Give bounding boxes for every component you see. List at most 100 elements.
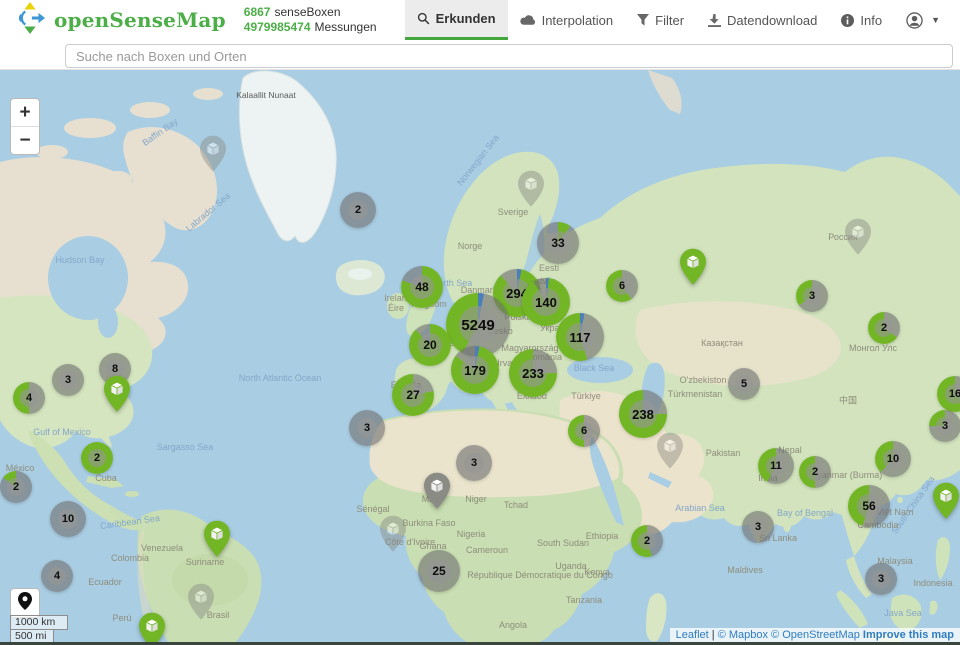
map-cluster[interactable]: 3 (52, 364, 84, 396)
map-cluster[interactable]: 2 (340, 192, 376, 228)
map-cluster[interactable]: 117 (556, 313, 604, 361)
cluster-count: 48 (410, 275, 434, 299)
tab-interpolation-label: Interpolation (542, 13, 614, 28)
info-icon (841, 14, 854, 27)
map-cluster[interactable]: 6 (568, 415, 600, 447)
cluster-count: 2 (348, 200, 368, 220)
cluster-count: 4 (48, 567, 66, 585)
leaflet-link[interactable]: Leaflet (676, 629, 709, 641)
cluster-count: 2 (88, 449, 106, 467)
sensebox-pin-gray[interactable] (845, 219, 871, 255)
map-cluster[interactable]: 56 (848, 485, 890, 527)
map-cluster[interactable]: 3 (865, 563, 897, 595)
cluster-count: 3 (357, 418, 377, 438)
improve-map-link[interactable]: Improve this map (863, 629, 954, 641)
zoom-control: + − (10, 98, 40, 155)
map-cluster[interactable]: 4 (41, 560, 73, 592)
search-bar (0, 40, 960, 68)
sensebox-pin-green[interactable] (104, 376, 130, 412)
map-canvas[interactable]: Kalaallit NunaatBaffin BayNorwegian SeaL… (0, 70, 960, 645)
cluster-count: 2 (806, 463, 824, 481)
tab-interpolation[interactable]: Interpolation (508, 0, 626, 40)
cluster-count: 179 (461, 356, 489, 384)
sensebox-pin-green[interactable] (680, 249, 706, 285)
mapbox-link[interactable]: © Mapbox (718, 629, 771, 641)
location-pin-icon (18, 592, 32, 615)
map-cluster[interactable]: 2 (799, 456, 831, 488)
measurements-label: Messungen (315, 20, 377, 34)
sensebox-pin-gray[interactable] (380, 516, 406, 552)
sensebox-pin-green[interactable] (204, 521, 230, 557)
cluster-count: 33 (546, 231, 570, 255)
cluster-count: 2 (638, 532, 656, 550)
map-cluster[interactable]: 3 (796, 280, 828, 312)
map-cluster[interactable]: 25 (418, 550, 460, 592)
cluster-count: 11 (766, 456, 786, 476)
sensebox-pin-green[interactable] (139, 613, 165, 645)
cluster-count: 10 (58, 509, 78, 529)
locate-me-button[interactable] (10, 588, 40, 618)
cluster-count: 3 (464, 453, 484, 473)
app-header: openSenseMap 6867senseBoxen 4979985474 Me… (0, 0, 960, 70)
measurements-count: 4979985474 (244, 20, 311, 34)
sensebox-pin-gray[interactable] (657, 433, 683, 469)
cloud-icon (520, 14, 536, 26)
map-cluster[interactable]: 10 (50, 501, 86, 537)
map-cluster[interactable]: 10 (875, 441, 911, 477)
cluster-count: 117 (566, 323, 594, 351)
osm-link[interactable]: © OpenStreetMap (771, 629, 863, 641)
scale-control: 1000 km 500 mi (10, 615, 68, 644)
tab-filter[interactable]: Filter (625, 0, 696, 40)
cluster-count: 10 (883, 449, 903, 469)
cluster-count: 3 (749, 518, 767, 536)
map-cluster[interactable]: 27 (392, 374, 434, 416)
sensebox-pin-gray[interactable] (424, 473, 450, 509)
zoom-out-button[interactable]: − (11, 127, 39, 154)
boxes-stat: 6867senseBoxen (244, 5, 377, 20)
cluster-count: 56 (857, 494, 881, 518)
cluster-count: 5249 (459, 306, 497, 344)
cluster-count: 3 (936, 417, 954, 435)
attribution-separator: | (709, 629, 718, 641)
sensebox-pin-gray[interactable] (200, 136, 226, 172)
map-cluster[interactable]: 48 (401, 266, 443, 308)
account-menu[interactable]: ▼ (894, 0, 952, 40)
cluster-count: 2 (875, 319, 893, 337)
boxes-label: senseBoxen (274, 5, 340, 19)
measurements-stat: 4979985474 Messungen (244, 20, 377, 35)
map-cluster[interactable]: 3 (349, 410, 385, 446)
sensebox-pin-gray[interactable] (518, 171, 544, 207)
zoom-in-button[interactable]: + (11, 99, 39, 126)
map-cluster[interactable]: 5 (728, 368, 760, 400)
download-icon (708, 14, 721, 27)
cluster-count: 4 (20, 389, 38, 407)
tab-info[interactable]: Info (829, 0, 894, 40)
map-cluster[interactable]: 11 (758, 448, 794, 484)
map-cluster[interactable]: 6 (606, 270, 638, 302)
map-cluster[interactable]: 2 (81, 442, 113, 474)
map-cluster[interactable]: 3 (929, 410, 960, 442)
sensebox-pin-green[interactable] (933, 483, 959, 519)
boxes-count: 6867 (244, 5, 271, 19)
map-cluster[interactable]: 3 (742, 511, 774, 543)
search-input[interactable] (65, 44, 953, 68)
cluster-count: 3 (872, 570, 890, 588)
tab-erkunden[interactable]: Erkunden (405, 0, 508, 40)
map-cluster[interactable]: 233 (509, 349, 557, 397)
map-cluster[interactable]: 3 (456, 445, 492, 481)
map-cluster[interactable]: 2 (868, 312, 900, 344)
map-cluster[interactable]: 2 (631, 525, 663, 557)
cluster-count: 27 (401, 383, 425, 407)
tab-datendownload[interactable]: Datendownload (696, 0, 829, 40)
map-cluster[interactable]: 2 (0, 471, 32, 503)
sensebox-pin-gray[interactable] (188, 584, 214, 620)
map-cluster[interactable]: 238 (619, 390, 667, 438)
cluster-count: 6 (613, 277, 631, 295)
brand[interactable]: openSenseMap (0, 0, 226, 40)
map-cluster[interactable]: 33 (537, 222, 579, 264)
tab-filter-label: Filter (655, 13, 684, 28)
cluster-count: 140 (532, 288, 560, 316)
map-cluster[interactable]: 4 (13, 382, 45, 414)
map-cluster[interactable]: 20 (409, 324, 451, 366)
map-cluster[interactable]: 179 (451, 346, 499, 394)
